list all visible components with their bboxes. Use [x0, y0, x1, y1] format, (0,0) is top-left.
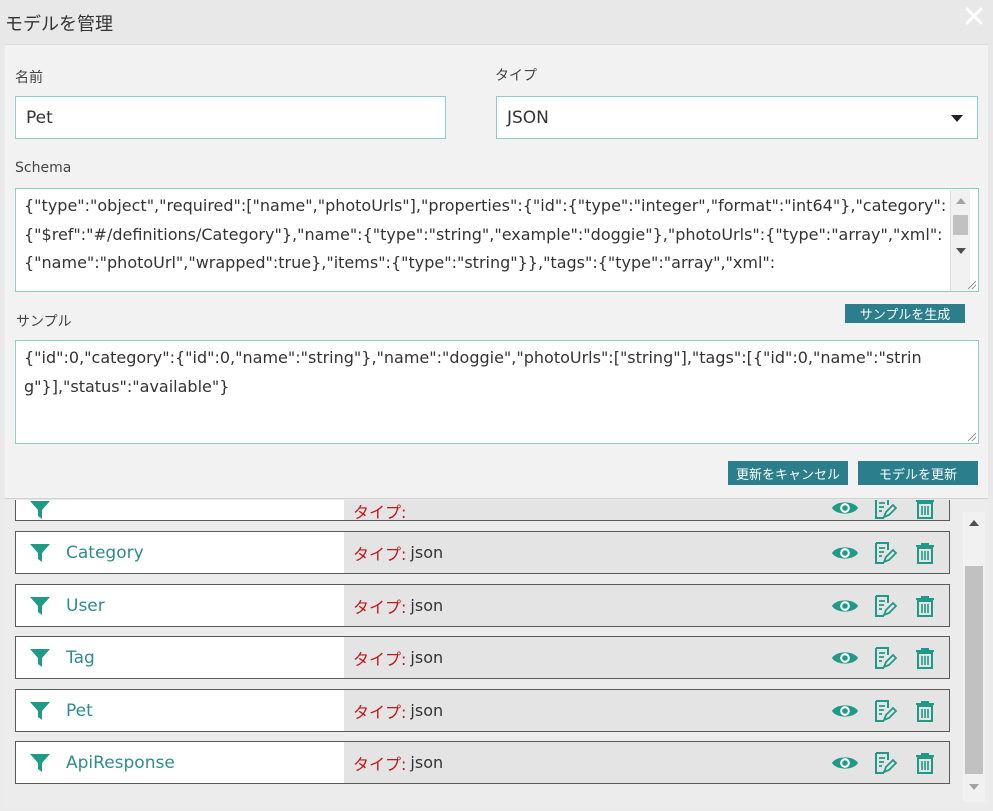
eye-icon[interactable]: [831, 699, 859, 723]
scroll-down-icon[interactable]: [969, 784, 979, 790]
dialog-title: モデルを管理: [5, 14, 113, 35]
type-key: タイプ:: [353, 649, 407, 669]
type-value: json: [410, 596, 444, 615]
edit-icon[interactable]: [871, 699, 899, 723]
type-value: json: [410, 648, 444, 667]
eye-icon[interactable]: [831, 751, 859, 775]
type-key: タイプ:: [353, 754, 407, 774]
scroll-up-icon[interactable]: [969, 520, 979, 526]
type-value: json: [410, 543, 444, 562]
list-item[interactable]: Category タイプ: json: [15, 531, 950, 574]
model-list: タイプ: Category タイプ: json User タイプ: json T…: [5, 500, 988, 807]
chevron-down-icon: [951, 115, 963, 122]
cancel-update-button[interactable]: 更新をキャンセル: [728, 461, 848, 485]
model-name[interactable]: Category: [66, 543, 144, 563]
list-item[interactable]: タイプ:: [15, 500, 950, 522]
edit-icon[interactable]: [871, 751, 899, 775]
filter-icon: [30, 753, 50, 772]
type-select[interactable]: JSON: [496, 96, 978, 139]
trash-icon[interactable]: [911, 500, 939, 520]
name-input-value: Pet: [26, 107, 53, 128]
trash-icon[interactable]: [911, 646, 939, 670]
type-value: json: [410, 701, 444, 720]
schema-text: {"type":"object","required":["name","pho…: [24, 196, 947, 272]
list-item[interactable]: ApiResponse タイプ: json: [15, 741, 950, 784]
type-key: タイプ:: [353, 544, 407, 564]
schema-scrollbar[interactable]: [950, 190, 970, 291]
edit-icon[interactable]: [871, 594, 899, 618]
close-icon[interactable]: [962, 4, 986, 28]
trash-icon[interactable]: [911, 699, 939, 723]
manage-model-dialog: モデルを管理 名前 Pet タイプ JSON Schema {"type":"o…: [0, 0, 993, 500]
filter-icon: [30, 648, 50, 667]
schema-label: Schema: [15, 160, 72, 176]
name-label: 名前: [15, 70, 43, 86]
filter-icon: [30, 500, 50, 519]
edit-icon[interactable]: [871, 541, 899, 565]
sample-text: {"id":0,"category":{"id":0,"name":"strin…: [24, 348, 922, 396]
edit-icon[interactable]: [871, 646, 899, 670]
type-label: タイプ: [495, 68, 537, 84]
model-name[interactable]: Tag: [66, 648, 95, 668]
scroll-up-icon[interactable]: [956, 198, 966, 204]
scroll-thumb[interactable]: [953, 215, 968, 235]
list-item[interactable]: User タイプ: json: [15, 584, 950, 627]
model-name[interactable]: User: [66, 596, 105, 616]
type-select-value: JSON: [507, 107, 549, 128]
filter-icon: [30, 596, 50, 615]
eye-icon[interactable]: [831, 594, 859, 618]
eye-icon[interactable]: [831, 500, 859, 520]
resize-grip-icon[interactable]: [968, 281, 976, 289]
type-key: タイプ:: [353, 597, 407, 617]
update-model-button[interactable]: モデルを更新: [858, 461, 978, 485]
type-key: タイプ:: [353, 702, 407, 722]
scroll-thumb[interactable]: [965, 566, 983, 774]
model-name[interactable]: ApiResponse: [66, 753, 175, 773]
name-input[interactable]: Pet: [15, 96, 446, 139]
list-item[interactable]: Pet タイプ: json: [15, 689, 950, 732]
trash-icon[interactable]: [911, 751, 939, 775]
list-item[interactable]: Tag タイプ: json: [15, 636, 950, 679]
filter-icon: [30, 543, 50, 562]
type-key: タイプ:: [353, 502, 407, 522]
eye-icon[interactable]: [831, 646, 859, 670]
sample-label: サンプル: [16, 314, 72, 330]
scroll-down-icon[interactable]: [956, 248, 966, 254]
eye-icon[interactable]: [831, 541, 859, 565]
trash-icon[interactable]: [911, 594, 939, 618]
filter-icon: [30, 701, 50, 720]
list-scrollbar[interactable]: [963, 512, 985, 802]
schema-textarea[interactable]: {"type":"object","required":["name","pho…: [15, 188, 979, 292]
resize-grip-icon[interactable]: [968, 433, 976, 441]
sample-textarea[interactable]: {"id":0,"category":{"id":0,"name":"strin…: [15, 340, 979, 444]
type-value: json: [410, 753, 444, 772]
trash-icon[interactable]: [911, 541, 939, 565]
dialog-body: 名前 Pet タイプ JSON Schema {"type":"object",…: [5, 44, 988, 499]
generate-sample-button[interactable]: サンプルを生成: [845, 304, 965, 323]
edit-icon[interactable]: [871, 500, 899, 520]
model-name[interactable]: Pet: [66, 701, 93, 721]
